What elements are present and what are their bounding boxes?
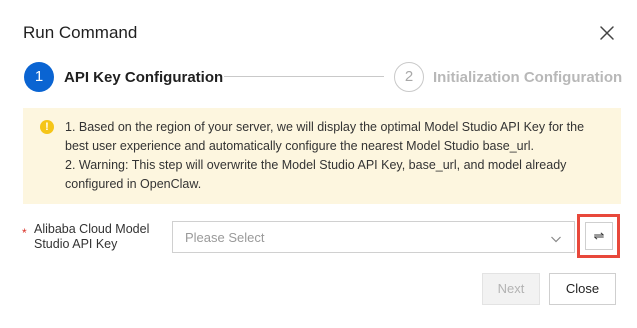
warning-icon: ! xyxy=(40,120,54,134)
next-button[interactable]: Next xyxy=(482,273,540,305)
swap-highlight: ⇌ xyxy=(577,214,620,258)
notice-banner: ! 1. Based on the region of your server,… xyxy=(23,108,621,204)
step-2-indicator: 2 xyxy=(394,62,424,92)
api-key-select[interactable]: Please Select xyxy=(172,221,575,253)
api-key-label: Alibaba Cloud Model Studio API Key xyxy=(34,222,150,251)
step-connector xyxy=(224,76,384,77)
step-1-indicator: 1 xyxy=(24,62,54,92)
notice-line-1: 1. Based on the region of your server, w… xyxy=(65,120,585,153)
required-mark: * xyxy=(22,226,27,240)
close-button[interactable]: Close xyxy=(549,273,616,305)
close-icon[interactable] xyxy=(596,22,618,44)
swap-icon[interactable]: ⇌ xyxy=(585,222,613,250)
dialog-title: Run Command xyxy=(23,23,138,42)
run-command-dialog: Run Command 1 API Key Configuration 2 In… xyxy=(0,0,637,328)
select-placeholder: Please Select xyxy=(185,230,265,245)
step-1-label: API Key Configuration xyxy=(64,69,224,86)
step-2-label: Initialization Configuration xyxy=(433,69,623,86)
notice-text: 1. Based on the region of your server, w… xyxy=(65,118,610,194)
chevron-down-icon xyxy=(550,232,562,244)
notice-line-2: 2. Warning: This step will overwrite the… xyxy=(65,158,567,191)
